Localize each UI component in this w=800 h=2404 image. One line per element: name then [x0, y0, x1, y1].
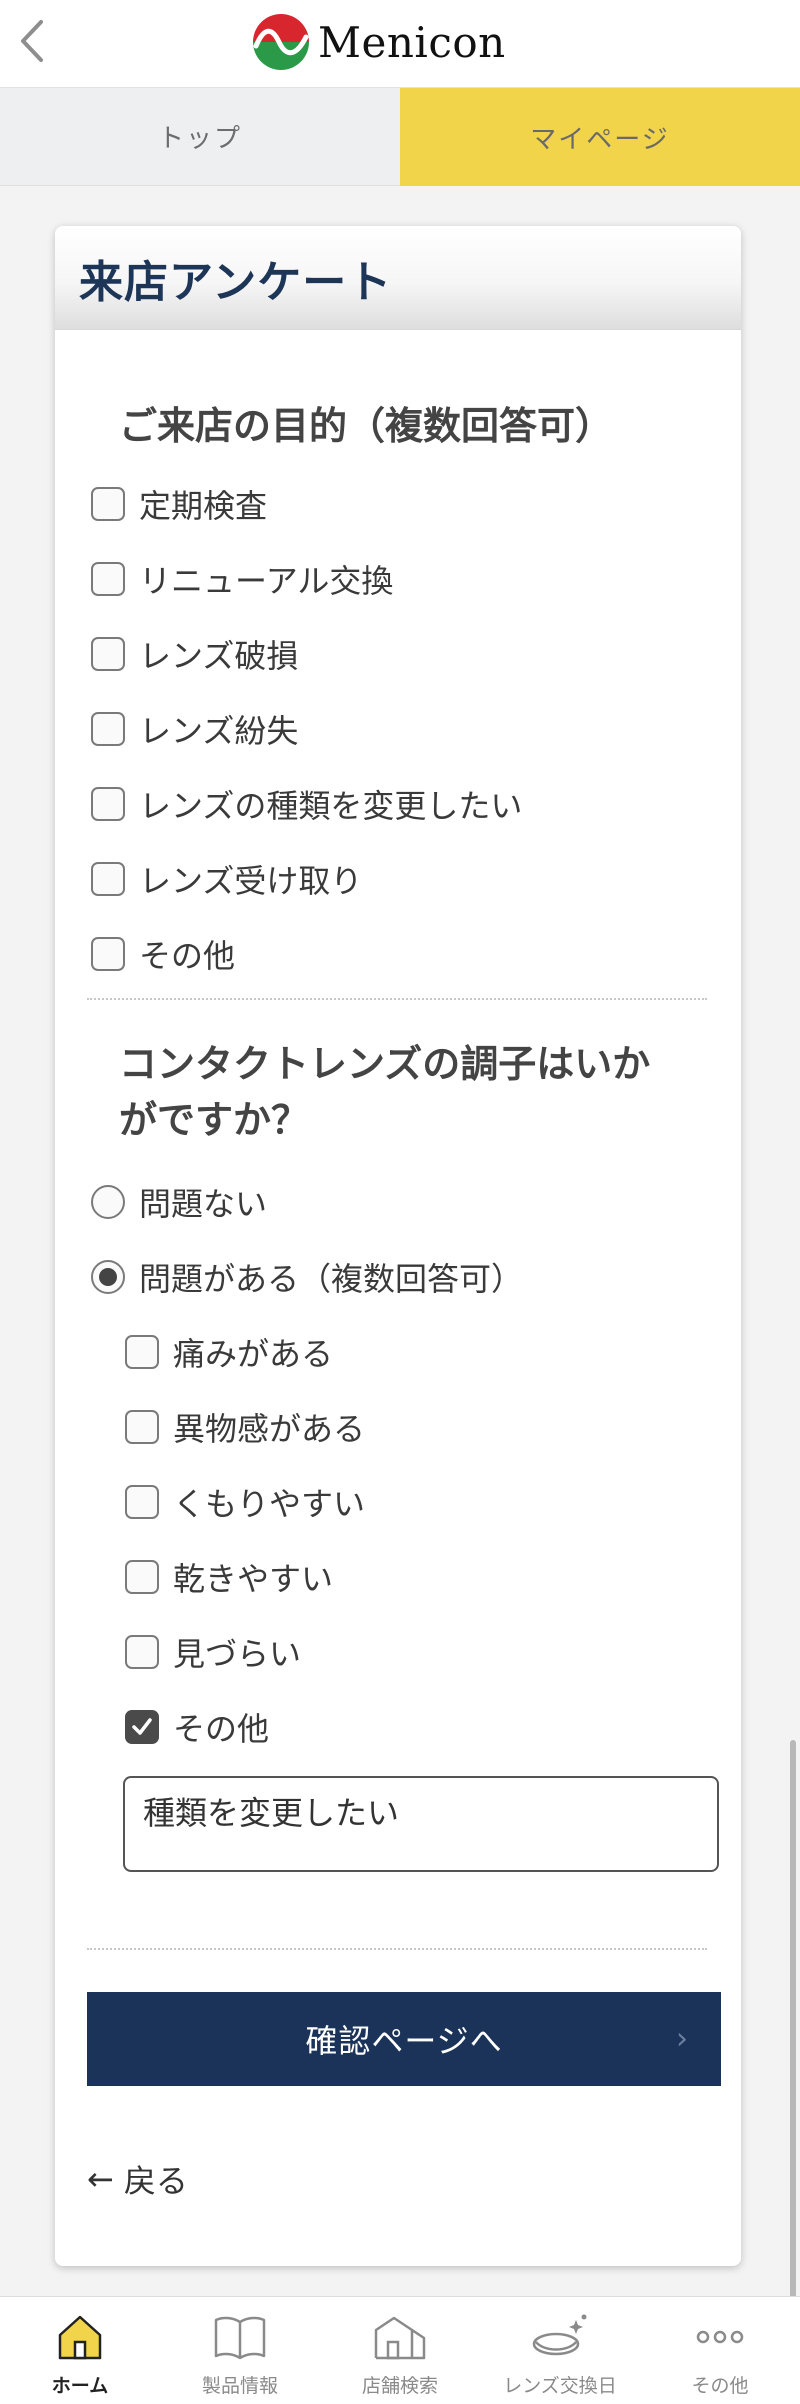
nav-label: その他: [691, 2375, 749, 2397]
card-header: 来店アンケート: [55, 226, 741, 330]
nav-label: 製品情報: [201, 2375, 278, 2397]
option-label: 見づらい: [173, 1635, 302, 1673]
option-label: くもりやすい: [173, 1485, 366, 1523]
option-label: リニューアル交換: [139, 562, 394, 600]
issue-option-pain[interactable]: 痛みがある: [125, 1328, 333, 1376]
section-divider: [87, 998, 707, 1000]
store-icon: [370, 2307, 430, 2367]
radio-dot: [99, 1268, 117, 1286]
other-detail-field[interactable]: 種類を変更したい: [123, 1776, 719, 1872]
menicon-logo: Menicon: [252, 10, 506, 74]
confirm-page-button[interactable]: 確認ページへ ›: [87, 1992, 721, 2086]
option-label: その他: [139, 937, 236, 975]
checkbox[interactable]: [125, 1560, 159, 1594]
checkbox-checked[interactable]: [125, 1710, 159, 1744]
radio-button[interactable]: [91, 1185, 125, 1219]
survey-card: 来店アンケート ご来店の目的（複数回答可） 定期検査 リニューアル交換 レンズ破…: [55, 226, 741, 2266]
tab-mypage[interactable]: マイページ: [400, 88, 800, 186]
condition-radio-no-problem[interactable]: 問題ない: [91, 1178, 267, 1226]
purpose-option-lost[interactable]: レンズ紛失: [91, 705, 298, 753]
chevron-left-icon: [21, 20, 43, 62]
radio-button-selected[interactable]: [91, 1260, 125, 1294]
bottom-navigation: ホーム 製品情報 店舗検索 レンズ交換日 その他: [0, 2296, 800, 2404]
back-chevron-button[interactable]: [10, 14, 54, 68]
condition-radio-has-problem[interactable]: 問題がある（複数回答可）: [91, 1253, 523, 1301]
home-icon: [50, 2307, 110, 2367]
issue-option-dryness[interactable]: 乾きやすい: [125, 1553, 333, 1601]
confirm-button-label: 確認ページへ: [305, 2022, 503, 2060]
logo-text: Menicon: [318, 17, 506, 67]
condition-heading-line1: コンタクトレンズの調子はいか: [119, 1042, 651, 1086]
nav-home[interactable]: ホーム: [0, 2297, 160, 2404]
card-title: 来店アンケート: [79, 256, 393, 308]
top-tabs: トップ マイページ: [0, 88, 800, 186]
menicon-logo-mark: [253, 14, 309, 70]
purpose-option-renewal[interactable]: リニューアル交換: [91, 555, 393, 603]
more-icon: [690, 2307, 750, 2367]
arrow-left-icon: ←: [87, 2160, 114, 2198]
tab-top[interactable]: トップ: [0, 88, 400, 186]
purpose-option-damage[interactable]: レンズ破損: [91, 630, 298, 678]
purpose-option-change-type[interactable]: レンズの種類を変更したい: [91, 780, 522, 828]
purpose-heading: ご来店の目的（複数回答可）: [119, 404, 614, 448]
checkbox[interactable]: [125, 1410, 159, 1444]
issue-option-other[interactable]: その他: [125, 1703, 269, 1751]
nav-label: レンズ交換日: [503, 2375, 617, 2397]
checkmark-icon: [132, 1718, 152, 1735]
checkbox[interactable]: [91, 637, 125, 671]
option-label: レンズ紛失: [139, 712, 299, 750]
radio-label: 問題がある（複数回答可）: [139, 1260, 524, 1298]
option-label: 痛みがある: [173, 1335, 334, 1373]
lens-case-icon: [530, 2307, 590, 2367]
option-label: 乾きやすい: [173, 1560, 334, 1598]
checkbox[interactable]: [125, 1335, 159, 1369]
option-label: 定期検査: [139, 487, 268, 525]
nav-products[interactable]: 製品情報: [160, 2297, 320, 2404]
back-link[interactable]: ← 戻る: [87, 2156, 188, 2202]
checkbox[interactable]: [125, 1485, 159, 1519]
purpose-option-periodic-check[interactable]: 定期検査: [91, 480, 267, 528]
option-label: レンズの種類を変更したい: [139, 787, 523, 825]
issue-option-hard-to-see[interactable]: 見づらい: [125, 1628, 301, 1676]
nav-label: ホーム: [51, 2375, 109, 2397]
nav-lens-exchange-date[interactable]: レンズ交換日: [480, 2297, 640, 2404]
scrollbar[interactable]: [790, 1740, 796, 2300]
option-label: その他: [173, 1710, 270, 1748]
back-link-label: 戻る: [123, 2162, 188, 2200]
checkbox[interactable]: [125, 1635, 159, 1669]
checkbox[interactable]: [91, 787, 125, 821]
purpose-option-pickup[interactable]: レンズ受け取り: [91, 855, 362, 903]
radio-label: 問題ない: [139, 1185, 268, 1223]
option-label: レンズ受け取り: [139, 862, 363, 900]
section-divider: [87, 1948, 707, 1950]
nav-more[interactable]: その他: [640, 2297, 800, 2404]
checkbox[interactable]: [91, 712, 125, 746]
checkbox[interactable]: [91, 862, 125, 896]
checkbox[interactable]: [91, 562, 125, 596]
condition-heading-line2: がですか？: [119, 1098, 310, 1142]
nav-label: 店舗検索: [361, 2375, 438, 2397]
book-icon: [210, 2307, 270, 2367]
issue-option-fogging[interactable]: くもりやすい: [125, 1478, 365, 1526]
checkbox[interactable]: [91, 937, 125, 971]
condition-heading: コンタクトレンズの調子はいか がですか？: [119, 1036, 719, 1148]
purpose-option-other[interactable]: その他: [91, 930, 235, 978]
app-header: Menicon: [0, 0, 800, 88]
chevron-right-icon: ›: [676, 2021, 689, 2057]
nav-store-search[interactable]: 店舗検索: [320, 2297, 480, 2404]
option-label: レンズ破損: [139, 637, 299, 675]
issue-option-foreign-body[interactable]: 異物感がある: [125, 1403, 365, 1451]
checkbox[interactable]: [91, 487, 125, 521]
option-label: 異物感がある: [173, 1410, 366, 1448]
